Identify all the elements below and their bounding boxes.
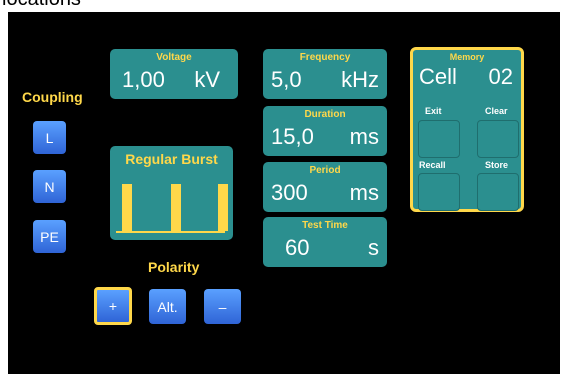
test-time-value: 60 [285,235,310,260]
voltage-label: Voltage [156,52,192,63]
recall-label: Recall [419,160,446,170]
store-label: Store [485,160,509,170]
test-time-panel[interactable]: Test Time 60 s [263,217,387,267]
coupling-n-button[interactable]: N [33,170,66,203]
frequency-unit: kHz [341,67,379,92]
period-unit: ms [349,180,379,205]
regular-burst-panel[interactable]: Regular Burst [110,146,233,240]
duration-value: 15,0 [271,124,314,149]
frequency-panel[interactable]: Frequency 5,0 kHz [263,49,387,99]
period-value: 300 [271,180,308,205]
coupling-title: Coupling [22,89,83,105]
memory-cell-label: Cell [419,64,457,89]
clear-button[interactable] [477,120,519,158]
period-panel[interactable]: Period 300 ms [263,162,387,212]
duration-unit: ms [349,124,379,149]
burst-baseline [116,231,225,233]
test-time-label: Test Time [302,220,348,231]
memory-cell-value: 02 [488,64,513,89]
memory-title: Memory [449,52,485,62]
voltage-unit: kV [194,67,220,92]
voltage-panel[interactable]: Voltage 1,00 kV [110,49,238,99]
exit-label: Exit [425,106,442,116]
duration-panel[interactable]: Duration 15,0 ms [263,106,387,156]
polarity-alt-button[interactable]: Alt. [149,289,186,324]
memory-panel: Memory Cell 02 Exit Clear Recall Store [410,47,524,212]
coupling-l-button[interactable]: L [33,121,66,154]
polarity-title: Polarity [148,259,200,275]
store-button[interactable] [477,173,519,211]
burst-pulse [171,184,181,231]
burst-title: Regular Burst [125,151,218,167]
coupling-pe-button[interactable]: PE [33,220,66,253]
frequency-label: Frequency [299,52,351,63]
caption-text: locations [2,0,81,11]
clear-label: Clear [485,106,508,116]
test-time-unit: s [368,235,379,260]
polarity-plus-button[interactable]: + [94,287,132,325]
burst-pulse [122,184,132,231]
frequency-value: 5,0 [271,67,302,92]
burst-pulse [218,184,228,231]
device-screen: Coupling L N PE Voltage 1,00 kV Frequenc… [8,12,560,374]
exit-button[interactable] [418,120,460,158]
period-label: Period [309,165,341,176]
polarity-minus-button[interactable]: – [204,289,241,324]
duration-label: Duration [304,109,346,120]
voltage-value: 1,00 [122,67,165,92]
recall-button[interactable] [418,173,460,211]
